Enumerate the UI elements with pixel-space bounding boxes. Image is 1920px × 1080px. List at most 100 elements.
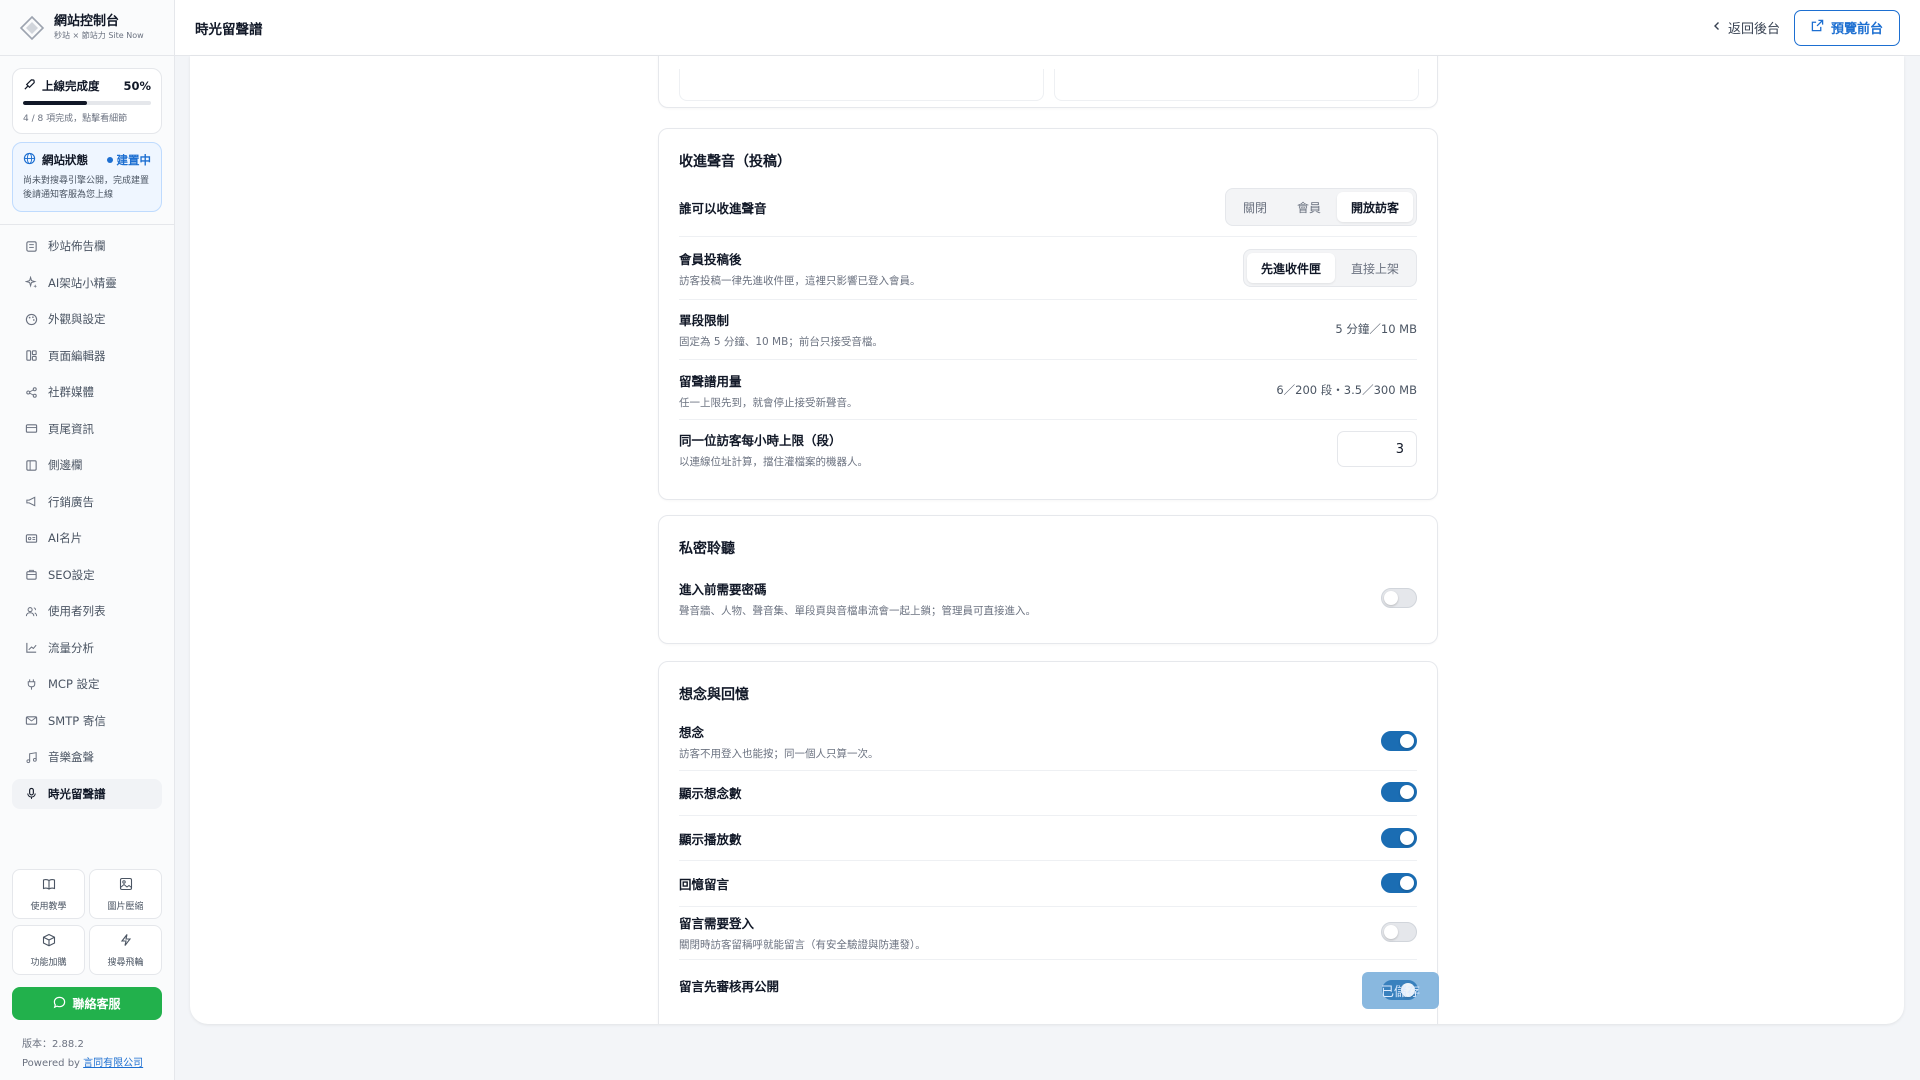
sidebar-item-bulletin[interactable]: 秒站佈告欄 bbox=[12, 231, 162, 261]
chart-icon bbox=[24, 641, 38, 655]
sidebar-item-label: SEO設定 bbox=[48, 567, 95, 582]
option-publish-directly[interactable]: 直接上架 bbox=[1337, 253, 1413, 283]
sidebar-item-plug[interactable]: MCP 設定 bbox=[12, 669, 162, 699]
sidebar-item-label: 社群媒體 bbox=[48, 385, 94, 399]
sidebar-item-music[interactable]: 音樂盒聲 bbox=[12, 742, 162, 772]
usage-value: 6／200 段・3.5／300 MB bbox=[1276, 383, 1417, 397]
usage-label: 留聲譜用量 bbox=[679, 373, 742, 389]
plug-icon bbox=[24, 677, 38, 691]
contact-support-label: 聯絡客服 bbox=[72, 997, 121, 1011]
progress-card[interactable]: 上線完成度 50% 4 / 8 項完成，點擊看細節 bbox=[12, 68, 162, 134]
sidebar-item-label: AI名片 bbox=[48, 531, 83, 545]
box-icon bbox=[42, 933, 56, 950]
rocket-icon bbox=[23, 78, 36, 94]
sidebar-item-label: AI架站小精靈 bbox=[48, 275, 117, 290]
who-can-submit-row: 誰可以收進聲音 關閉 會員 開放訪客 bbox=[679, 187, 1417, 227]
brand-subtitle: 秒站 × 節站力 Site Now bbox=[54, 30, 144, 40]
sidebar-item-seo[interactable]: SEO設定 bbox=[12, 560, 162, 590]
sidebar-item-layout[interactable]: 頁面編輯器 bbox=[12, 341, 162, 371]
card-icon bbox=[24, 422, 38, 436]
comment-review-label: 留言先審核再公開 bbox=[679, 978, 780, 994]
sidebar-item-label: 使用者列表 bbox=[48, 604, 106, 618]
who-can-submit-segmented: 關閉 會員 開放訪客 bbox=[1224, 188, 1417, 226]
brand-title: 網站控制台 bbox=[54, 13, 120, 29]
sidebar-item-palette[interactable]: 外觀與設定 bbox=[12, 304, 162, 334]
submissions-section: 收進聲音（投稿） 誰可以收進聲音 關閉 會員 開放訪客 會員投稿後 訪客投稿一律… bbox=[658, 128, 1438, 500]
globe-icon bbox=[23, 152, 36, 168]
site-status-note: 尚未對搜尋引擎公開，完成建置後請通知客服為您上線 bbox=[23, 176, 150, 200]
back-to-admin-label: 返回後台 bbox=[1727, 22, 1780, 37]
site-status-card: 網站狀態 建置中 尚未對搜尋引擎公開，完成建置後請通知客服為您上線 bbox=[12, 142, 162, 212]
previous-section-card bbox=[658, 56, 1438, 108]
show-miss-count-toggle[interactable] bbox=[1381, 782, 1417, 802]
option-inbox-first[interactable]: 先進收件匣 bbox=[1246, 253, 1335, 283]
sidebar-item-chart[interactable]: 流量分析 bbox=[12, 633, 162, 663]
company-link[interactable]: 言同有限公司 bbox=[83, 1058, 143, 1069]
sidebar-item-id-card[interactable]: AI名片 bbox=[12, 523, 162, 553]
sidebar-item-mic[interactable]: 時光留聲譜 bbox=[12, 778, 162, 809]
seo-icon bbox=[24, 568, 38, 582]
comment-login-toggle[interactable] bbox=[1381, 922, 1417, 942]
option-members[interactable]: 會員 bbox=[1283, 192, 1335, 222]
preview-frontend-button[interactable]: 預覽前台 bbox=[1793, 9, 1900, 46]
sidebar-item-label: 流量分析 bbox=[48, 640, 94, 655]
comment-login-label: 留言需要登入 bbox=[679, 915, 755, 931]
sidebar-item-share[interactable]: 社群媒體 bbox=[12, 377, 162, 407]
miss-desc: 訪客不用登入也能按；同一個人只算一次。 bbox=[679, 747, 879, 760]
miss-label: 想念 bbox=[679, 724, 705, 740]
tile-book[interactable]: 使用教學 bbox=[12, 869, 85, 919]
show-play-count-toggle[interactable] bbox=[1381, 828, 1417, 848]
sidebar-item-label: 音樂盒聲 bbox=[48, 750, 94, 764]
segment-limit-desc: 固定為 5 分鐘、10 MB；前台只接受音檔。 bbox=[679, 335, 883, 348]
sidebar-item-sidebar[interactable]: 側邊欄 bbox=[12, 450, 162, 480]
preview-frontend-label: 預覽前台 bbox=[1830, 22, 1883, 37]
after-member-submit-label: 會員投稿後 bbox=[679, 251, 742, 267]
layout-icon bbox=[24, 349, 38, 363]
option-closed[interactable]: 關閉 bbox=[1229, 192, 1281, 222]
status-badge-text: 建置中 bbox=[116, 153, 152, 167]
brand-logo-icon bbox=[18, 14, 46, 42]
sidebar-item-mail[interactable]: SMTP 寄信 bbox=[12, 706, 162, 736]
tile-label: 使用教學 bbox=[30, 901, 67, 912]
users-icon bbox=[24, 604, 38, 618]
show-miss-count-label: 顯示想念數 bbox=[679, 785, 742, 801]
powered-by: Powered by bbox=[22, 1058, 80, 1069]
sidebar-item-label: 行銷廣告 bbox=[48, 494, 94, 509]
tile-box[interactable]: 功能加購 bbox=[12, 925, 85, 975]
top-header: 時光留聲譜 返回後台 預覽前台 bbox=[175, 0, 1920, 56]
password-required-toggle[interactable] bbox=[1381, 588, 1417, 608]
book-icon bbox=[42, 877, 56, 894]
sidebar-item-label: 時光留聲譜 bbox=[48, 786, 106, 801]
progress-fill bbox=[23, 101, 87, 105]
after-member-submit-desc: 訪客投稿一律先進收件匣，這裡只影響已登入會員。 bbox=[679, 274, 921, 287]
sidebar-item-megaphone[interactable]: 行銷廣告 bbox=[12, 487, 162, 517]
bulletin-icon bbox=[24, 239, 38, 253]
sidebar-icon bbox=[24, 458, 38, 472]
sidebar-item-label: SMTP 寄信 bbox=[48, 713, 106, 728]
segment-limit-label: 單段限制 bbox=[679, 312, 730, 328]
tile-image[interactable]: 圖片壓縮 bbox=[89, 869, 162, 919]
brand[interactable]: 網站控制台 秒站 × 節站力 Site Now bbox=[0, 0, 174, 56]
back-to-admin-link[interactable]: 返回後台 bbox=[1712, 18, 1780, 37]
tile-bolt[interactable]: 搜尋飛輪 bbox=[89, 925, 162, 975]
contact-support-button[interactable]: 聯絡客服 bbox=[12, 987, 162, 1020]
site-status-label: 網站狀態 bbox=[42, 153, 88, 167]
palette-icon bbox=[24, 312, 38, 326]
after-member-submit-segmented: 先進收件匣 直接上架 bbox=[1242, 249, 1417, 287]
tile-label: 功能加購 bbox=[30, 957, 67, 968]
hourly-limit-input[interactable]: 3 bbox=[1337, 431, 1417, 467]
sidebar-item-users[interactable]: 使用者列表 bbox=[12, 596, 162, 626]
password-required-desc: 聲音牆、人物、聲音集、單段頁與音檔串流會一起上鎖；管理員可直接進入。 bbox=[679, 604, 1036, 617]
segment-limit-row: 單段限制 固定為 5 分鐘、10 MB；前台只接受音檔。 5 分鐘／10 MB bbox=[679, 307, 1417, 351]
hourly-limit-row: 同一位訪客每小時上限（段） 以連線位址計算，擋住灌檔案的機器人。 3 bbox=[679, 427, 1417, 471]
comment-login-desc: 關閉時訪客留稱呼就能留言（有安全驗證與防連發）。 bbox=[679, 938, 926, 951]
miss-toggle[interactable] bbox=[1381, 731, 1417, 751]
usage-row: 留聲譜用量 任一上限先到，就會停止接受新聲音。 6／200 段・3.5／300 … bbox=[679, 368, 1417, 412]
sidebar-item-card[interactable]: 頁尾資訊 bbox=[12, 414, 162, 444]
memory-comments-toggle[interactable] bbox=[1381, 873, 1417, 893]
show-miss-count-row: 顯示想念數 bbox=[679, 775, 1417, 809]
sidebar-item-label: MCP 設定 bbox=[48, 677, 100, 691]
after-member-submit-row: 會員投稿後 訪客投稿一律先進收件匣，這裡只影響已登入會員。 先進收件匣 直接上架 bbox=[679, 246, 1417, 290]
sidebar-item-sparkle[interactable]: AI架站小精靈 bbox=[12, 268, 162, 298]
option-open-visitors[interactable]: 開放訪客 bbox=[1336, 192, 1413, 222]
